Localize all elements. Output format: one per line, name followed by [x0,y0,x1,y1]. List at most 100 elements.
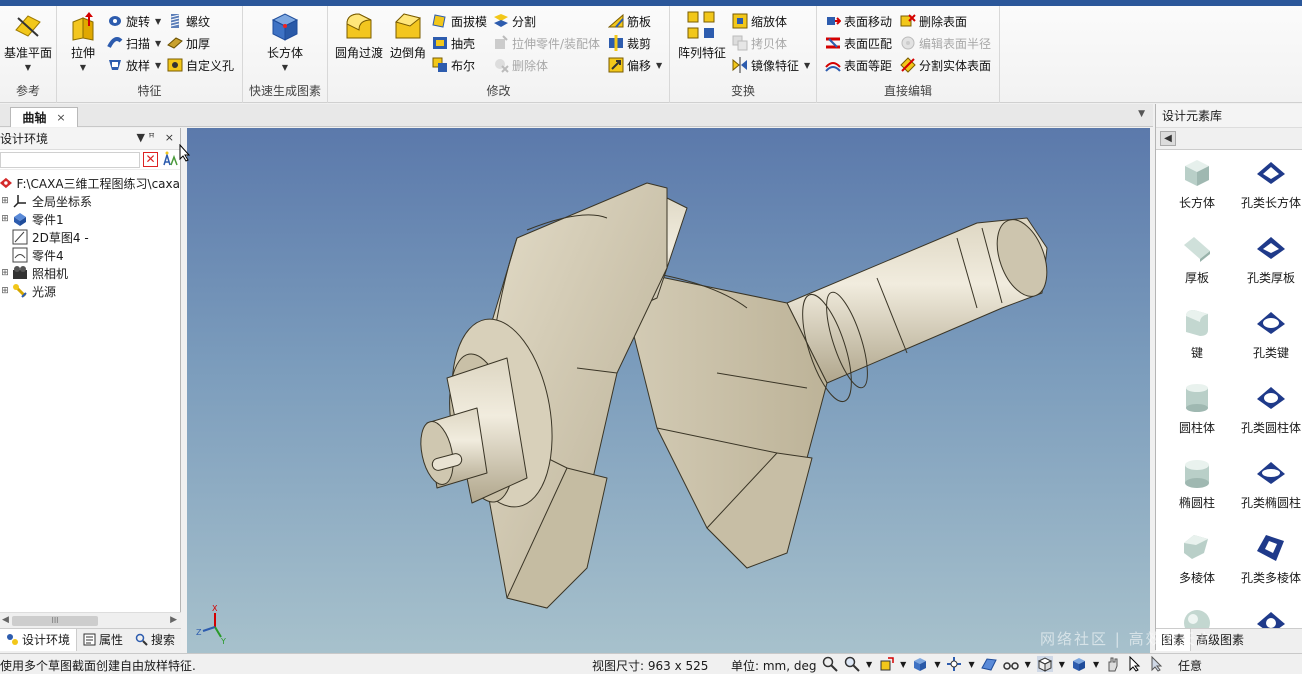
boolean-button[interactable]: 布尔 [432,55,475,75]
3d-viewport[interactable]: X Z Y [187,128,1150,653]
delete-body-button[interactable]: 删除体 [493,55,548,75]
move-face-button[interactable]: 表面移动 [825,11,892,31]
tab-design-environment[interactable]: 设计环境 [0,628,77,651]
chevron-down-icon[interactable]: ▼ [1138,109,1145,119]
trim-button[interactable]: 裁剪 [608,33,651,53]
tree-expander[interactable]: ⊞ [0,268,10,278]
extrude-part-button[interactable]: 拉伸零件/装配体 [493,33,600,53]
library-item-hole-cylinder[interactable]: 孔类圆柱体 [1234,381,1302,453]
delete-face-button[interactable]: 删除表面 [900,11,967,31]
tree-item-part4[interactable]: 零件4 [0,246,180,264]
tree-item-camera[interactable]: ⊞ 照相机 [0,264,180,282]
pan-icon[interactable] [946,656,962,672]
library-item-elliptic-cylinder[interactable]: 椭圆柱 [1160,456,1234,528]
sort-icon[interactable] [162,151,178,167]
shell-icon [433,37,447,49]
thicken-button[interactable]: 加厚 [167,33,210,53]
loft-button[interactable]: 放样 ▼ [107,55,161,75]
revolve-button[interactable]: 旋转 ▼ [107,11,161,31]
document-tab-strip: 曲轴 × ▼ [0,104,1153,127]
tree-item-global-coord[interactable]: ⊞ 全局坐标系 [0,192,180,210]
chamfer-button[interactable]: 边倒角 [388,10,428,61]
scroll-left-icon[interactable]: ◀ [2,615,9,625]
close-icon[interactable]: × [56,111,65,124]
pointer-icon[interactable] [1127,656,1143,672]
tab-crankshaft[interactable]: 曲轴 × [10,107,78,127]
library-item-hole-plate[interactable]: 孔类厚板 [1234,231,1302,303]
custom-hole-icon [167,58,183,72]
mirror-feature-button[interactable]: 镜像特征 ▼ [732,55,810,75]
scale-body-button[interactable]: 缩放体 [732,11,787,31]
offset-button[interactable]: 偏移 ▼ [608,55,662,75]
pick-mode-select[interactable]: 任意 [1178,657,1202,674]
thread-button[interactable]: 螺纹 [167,11,210,31]
library-item-cylinder[interactable]: 圆柱体 [1160,381,1234,453]
rib-button[interactable]: 筋板 [608,11,651,31]
library-item-cuboid[interactable]: 长方体 [1160,156,1234,228]
section-plane-icon[interactable] [980,656,997,672]
zoom-window-icon[interactable] [844,656,860,672]
shell-button[interactable]: 抽壳 [432,33,475,53]
library-item-prism[interactable]: 多棱体 [1160,531,1234,603]
clear-filter-icon[interactable]: ✕ [143,152,158,167]
view-orientation-icon[interactable] [912,656,928,672]
edit-face-radius-button[interactable]: 编辑表面半径 [900,33,991,53]
fillet-button[interactable]: 圆角过渡 [334,10,384,61]
sweep-button[interactable]: 扫描 ▼ [107,33,161,53]
chevron-down-icon[interactable]: ▼ [1093,660,1099,669]
tab-search[interactable]: 搜索 [129,629,181,651]
pin-icon[interactable]: ▼ ꟸ [136,131,154,144]
equidistant-face-button[interactable]: 表面等距 [825,55,892,75]
draft-button[interactable]: 面拔模 [432,11,487,31]
copy-body-button[interactable]: 拷贝体 [732,33,787,53]
library-item-hole-elliptic-cylinder[interactable]: 孔类椭圆柱 [1234,456,1302,528]
tree-item-sketch[interactable]: 2D草图4 - [0,228,180,246]
crankshaft-model[interactable] [187,128,1150,653]
chevron-down-icon[interactable]: ▼ [900,660,906,669]
tree-filter-input[interactable] [0,152,140,168]
tree-item-light[interactable]: ⊞ 光源 [0,282,180,300]
tree-expander[interactable]: ⊞ [0,214,10,224]
split-button[interactable]: 分割 [493,11,536,31]
display-part-icon[interactable] [1071,656,1087,672]
ribbon-group-quick: 长方体 ▼ 快速生成图素 [243,6,328,103]
tree-expander[interactable]: ⊞ [0,286,10,296]
chevron-down-icon[interactable]: ▼ [1025,660,1031,669]
library-item-hole-cuboid[interactable]: 孔类长方体 [1234,156,1302,228]
back-arrow-icon[interactable]: ◀ [1160,131,1176,146]
chevron-down-icon[interactable]: ▼ [934,660,940,669]
extrude-button[interactable]: 拉伸 ▼ [65,10,101,72]
library-item-hole-key[interactable]: 孔类键 [1234,306,1302,378]
chevron-down-icon[interactable]: ▼ [866,660,872,669]
cuboid-button[interactable]: 长方体 ▼ [263,10,307,72]
datum-plane-button[interactable]: 基准平面 ▼ [1,10,55,72]
library-item-plate[interactable]: 厚板 [1160,231,1234,303]
scroll-right-icon[interactable]: ▶ [170,615,177,625]
chevron-down-icon[interactable]: ▼ [968,660,974,669]
library-item-sphere[interactable] [1160,606,1234,628]
tab-properties[interactable]: 属性 [77,629,129,651]
library-item-key[interactable]: 键 [1160,306,1234,378]
sphere-icon [1184,610,1210,628]
render-mode-icon[interactable] [1036,656,1053,672]
close-icon[interactable]: × [165,131,174,144]
hand-icon[interactable] [1105,656,1121,672]
axis-triad: X Z Y [196,605,226,645]
pattern-button[interactable]: 阵列特征 [676,10,728,61]
glasses-icon[interactable] [1002,656,1019,672]
orbit-icon[interactable] [878,656,894,672]
zoom-icon[interactable] [822,656,838,672]
match-face-button[interactable]: 表面匹配 [825,33,892,53]
custom-hole-button[interactable]: 自定义孔 [167,55,234,75]
split-solid-face-button[interactable]: 分割实体表面 [900,55,991,75]
pointer-select-icon[interactable] [1149,656,1165,672]
scroll-thumb[interactable]: III [12,616,98,626]
library-item-hole-sphere[interactable] [1234,606,1302,628]
part-icon [14,213,26,226]
horizontal-scrollbar[interactable]: ◀ III ▶ [0,612,181,628]
tree-item-part1[interactable]: ⊞ 零件1 [0,210,180,228]
tree-item-root[interactable]: F:\CAXA三维工程图练习\caxa [0,174,180,192]
tree-expander[interactable]: ⊞ [0,196,10,206]
chevron-down-icon[interactable]: ▼ [1059,660,1065,669]
library-item-hole-prism[interactable]: 孔类多棱体 [1234,531,1302,603]
